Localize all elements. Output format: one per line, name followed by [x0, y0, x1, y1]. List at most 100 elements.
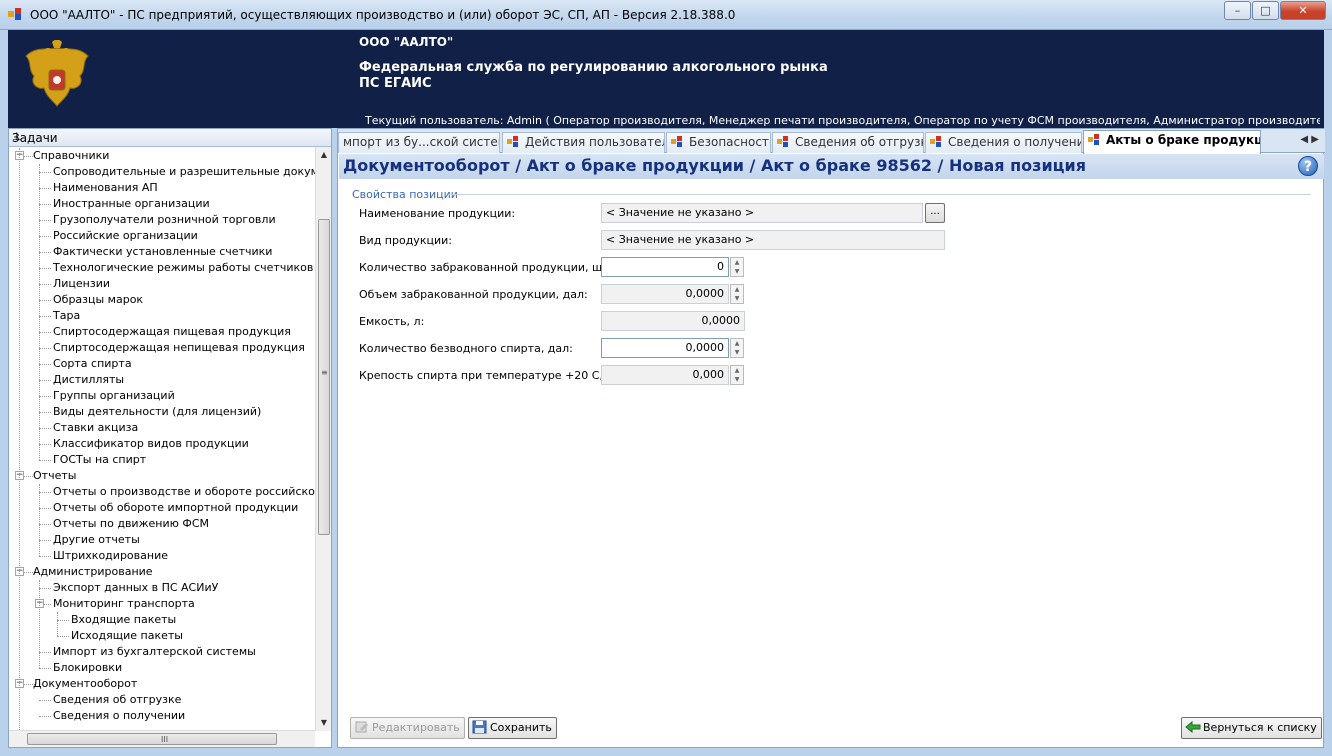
tree-horizontal-scrollbar[interactable]: III: [9, 730, 315, 747]
tree-item[interactable]: Документооборот: [33, 676, 137, 692]
select-product-button[interactable]: ...: [925, 203, 945, 223]
tree-connector: [39, 484, 40, 556]
spin-down-icon[interactable]: ▼: [731, 348, 743, 357]
anhydrous-alcohol-stepper[interactable]: ▲ ▼: [730, 338, 744, 358]
rejected-qty-stepper[interactable]: ▲ ▼: [730, 257, 744, 277]
edit-button[interactable]: Редактировать: [350, 717, 465, 739]
tree-connector: [57, 636, 69, 637]
tree-item[interactable]: Экспорт данных в ПС АСИиУ: [53, 580, 218, 596]
anhydrous-alcohol-input[interactable]: 0,0000: [601, 338, 729, 358]
tab-next-icon[interactable]: ▶: [1311, 134, 1319, 145]
tab-3[interactable]: Безопасность: [666, 132, 771, 153]
spin-up-icon[interactable]: ▲: [731, 258, 743, 267]
tree-connector: [39, 316, 51, 317]
tab-4[interactable]: Сведения об отгрузке: [772, 132, 924, 153]
rejected-qty-input[interactable]: 0: [601, 257, 729, 277]
capacity-label: Емкость, л:: [359, 315, 425, 328]
tree-vertical-scrollbar[interactable]: ▲ ≡ ▼: [315, 147, 331, 731]
product-type-label: Вид продукции:: [359, 234, 452, 247]
capacity-field: 0,0000: [601, 311, 745, 331]
save-button[interactable]: Сохранить: [468, 717, 557, 739]
tree-item[interactable]: Отчеты по движению ФСМ: [53, 516, 209, 532]
back-to-list-button[interactable]: Вернуться к списку: [1181, 717, 1322, 739]
tree-item[interactable]: Классификатор видов продукции: [53, 436, 249, 452]
spin-up-icon[interactable]: ▲: [731, 339, 743, 348]
tree-item[interactable]: Дистилляты: [53, 372, 124, 388]
pin-icon[interactable]: ⊥: [12, 130, 325, 143]
window-title-bar[interactable]: ООО "ААЛТО" - ПС предприятий, осуществля…: [0, 0, 1332, 30]
tree-item[interactable]: Наименования АП: [53, 180, 158, 196]
tab-5[interactable]: Сведения о получении: [925, 132, 1082, 153]
tree-item[interactable]: Сведения об отгрузке: [53, 692, 181, 708]
maximize-button[interactable]: □: [1252, 1, 1279, 20]
tree-connector: [39, 396, 51, 397]
scroll-thumb[interactable]: ≡: [318, 219, 330, 535]
tree-item[interactable]: Исходящие пакеты: [71, 628, 183, 644]
tree-item[interactable]: Спиртосодержащая пищевая продукция: [53, 324, 291, 340]
tree-item[interactable]: Отчеты о производстве и обороте российск…: [53, 484, 315, 500]
tree-connector: [39, 284, 51, 285]
tree-connector: [39, 492, 51, 493]
rejected-volume-label: Объем забракованной продукции, дал:: [359, 288, 588, 301]
tree-item[interactable]: Сорта спирта: [53, 356, 132, 372]
tree-item[interactable]: Российские организации: [53, 228, 198, 244]
tab-document-icon: [1088, 133, 1100, 145]
spin-down-icon[interactable]: ▼: [731, 267, 743, 276]
tree-item[interactable]: Ставки акциза: [53, 420, 138, 436]
tree-item[interactable]: Тара: [53, 308, 80, 324]
spin-down-icon: ▼: [734, 295, 740, 302]
tree-item[interactable]: Штрихкодирование: [53, 548, 168, 564]
window-controls: – □ ✕: [1223, 1, 1326, 20]
agency-line-2: ПС ЕГАИС: [359, 76, 432, 91]
back-to-list-label: Вернуться к списку: [1203, 721, 1317, 734]
tree-item[interactable]: Лицензии: [53, 276, 110, 292]
tab-prev-icon[interactable]: ◀: [1300, 134, 1308, 145]
tab-1[interactable]: мпорт из бу...ской системы: [338, 132, 500, 153]
rejected-volume-stepper: ▲ ▼: [730, 284, 744, 304]
help-icon[interactable]: ?: [1298, 156, 1318, 176]
tree-item[interactable]: Спиртосодержащая непищевая продукция: [53, 340, 305, 356]
tree-connector: [39, 268, 51, 269]
tree-item[interactable]: Виды деятельности (для лицензий): [53, 404, 261, 420]
tree-item[interactable]: Грузополучатели розничной торговли: [53, 212, 276, 228]
tree-connector: [39, 204, 51, 205]
tree-connector: [39, 300, 51, 301]
tree-item[interactable]: Отчеты: [33, 468, 76, 484]
tree-connector: [57, 620, 69, 621]
tab-6[interactable]: Акты о браке продукции: [1083, 130, 1261, 154]
tree-item[interactable]: Импорт из бухгалтерской системы: [53, 644, 256, 660]
back-arrow-icon: [1185, 720, 1201, 734]
hscroll-thumb[interactable]: III: [27, 733, 277, 745]
tree-item[interactable]: Группы организаций: [53, 388, 175, 404]
window-title: ООО "ААЛТО" - ПС предприятий, осуществля…: [30, 8, 736, 22]
tree-item[interactable]: Сопроводительные и разрешительные докуме…: [53, 164, 315, 180]
scroll-up-icon[interactable]: ▲: [316, 147, 332, 163]
alcohol-strength-label: Крепость спирта при температуре +20 С, %…: [359, 369, 621, 382]
app-icon: [8, 8, 22, 20]
tree-item[interactable]: ГОСТы на спирт: [53, 452, 146, 468]
close-button[interactable]: ✕: [1280, 1, 1326, 20]
tree-connector: [39, 700, 51, 701]
hscroll-grip-icon: III: [161, 735, 169, 744]
tree-connector: [39, 540, 51, 541]
product-name-field[interactable]: < Значение не указано >: [601, 203, 923, 223]
tree-item[interactable]: Справочники: [33, 148, 109, 164]
tree-item[interactable]: Иностранные организации: [53, 196, 210, 212]
tree-item[interactable]: Образцы марок: [53, 292, 143, 308]
edit-icon: [354, 720, 370, 734]
group-divider: [448, 194, 1311, 195]
tree-item[interactable]: Администрирование: [33, 564, 153, 580]
tab-2[interactable]: Действия пользователя: [502, 132, 665, 153]
tree-item[interactable]: Отчеты об обороте импортной продукции: [53, 500, 298, 516]
tree-item[interactable]: Сведения о получении: [53, 708, 185, 724]
tree-item[interactable]: Блокировки: [53, 660, 122, 676]
tree-item[interactable]: Мониторинг транспорта: [53, 596, 195, 612]
tab-label: Сведения об отгрузке: [795, 135, 924, 149]
minimize-button[interactable]: –: [1224, 1, 1251, 20]
tab-label: мпорт из бу...ской системы: [343, 135, 500, 149]
tree-item[interactable]: Фактически установленные счетчики: [53, 244, 272, 260]
tree-item[interactable]: Другие отчеты: [53, 532, 140, 548]
tree-item[interactable]: Входящие пакеты: [71, 612, 176, 628]
scroll-down-icon[interactable]: ▼: [316, 715, 332, 731]
tree-item[interactable]: Технологические режимы работы счетчиков: [53, 260, 313, 276]
